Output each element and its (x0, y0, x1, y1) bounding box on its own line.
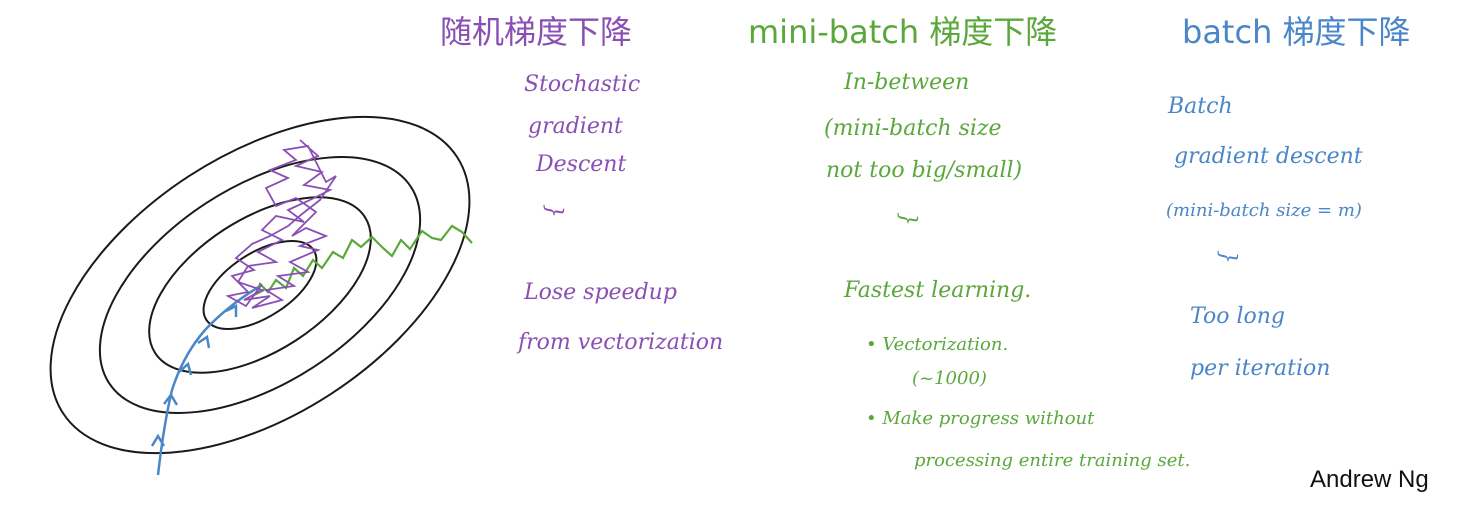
batch-con-line2: per iteration (1190, 356, 1331, 381)
minibatch-bullet2-sub: processing entire training set. (914, 450, 1191, 471)
stochastic-con-line1: Lose speedup (524, 280, 677, 305)
contour-plot (49, 115, 473, 476)
batch-name-line1: Batch (1168, 94, 1233, 119)
author-credit: Andrew Ng (1310, 466, 1429, 493)
stochastic-name-line3: Descent (536, 152, 627, 177)
stochastic-descent-path (225, 139, 337, 309)
stochastic-name-line2: gradient (528, 114, 623, 139)
batch-brace: } (1215, 250, 1240, 264)
stochastic-heading: 随机梯度下降 (440, 13, 633, 51)
minibatch-bullet1-sub: (~1000) (912, 368, 987, 389)
stochastic-brace: } (541, 204, 566, 218)
batch-name-line3: (mini-batch size = m) (1166, 200, 1362, 221)
minibatch-heading: mini-batch 梯度下降 (748, 13, 1058, 51)
stochastic-name-line1: Stochastic (524, 72, 641, 97)
minibatch-line2: (mini-batch size (824, 116, 1002, 141)
minibatch-result: Fastest learning. (844, 278, 1032, 303)
minibatch-brace: } (895, 212, 920, 226)
minibatch-line3: not too big/small) (826, 158, 1023, 183)
batch-con-line1: Too long (1190, 304, 1285, 329)
contour-ring-outer (49, 115, 471, 455)
stochastic-con-line2: from vectorization (518, 330, 724, 355)
batch-heading: batch 梯度下降 (1182, 13, 1411, 51)
minibatch-descent-path (253, 224, 473, 297)
batch-name-line2: gradient descent (1174, 144, 1363, 169)
minibatch-line1: In-between (844, 70, 970, 95)
minibatch-bullet1: • Vectorization. (866, 334, 1009, 355)
minibatch-bullet2: • Make progress without (866, 408, 1095, 429)
